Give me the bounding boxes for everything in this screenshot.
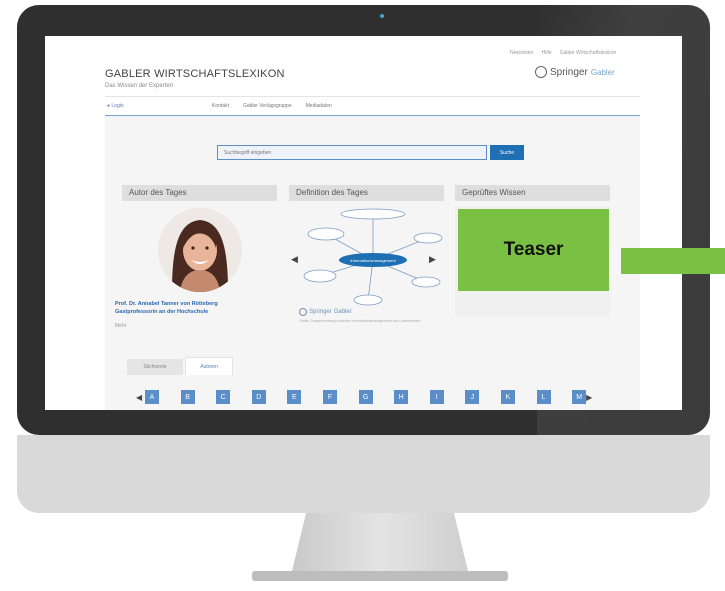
logo-brand: Springer xyxy=(550,66,588,78)
search-button[interactable]: Suche xyxy=(490,145,524,160)
letter-button[interactable]: B xyxy=(180,390,195,404)
letter-button[interactable]: E xyxy=(287,390,302,404)
alphabet-next-arrow[interactable]: ▶ xyxy=(586,393,594,402)
definition-springer-logo: Springer Gabler xyxy=(299,308,352,316)
section-knowledge-heading: Geprüftes Wissen xyxy=(455,185,610,201)
letter-button[interactable]: G xyxy=(358,390,373,404)
letter-button[interactable]: M xyxy=(572,390,587,404)
letter-button[interactable]: C xyxy=(216,390,231,404)
letter-button[interactable]: A xyxy=(145,390,159,404)
definition-diagram[interactable]: Informationsmanagement xyxy=(298,204,448,312)
springer-gabler-logo[interactable]: Springer Gabler xyxy=(535,66,615,78)
logo-sub: Gabler xyxy=(590,67,615,77)
login-link[interactable]: ● Login xyxy=(107,103,207,109)
author-photo[interactable] xyxy=(158,208,242,292)
author-portrait-image xyxy=(158,208,242,292)
alphabet-letters: A B C D E F G H I J K L M xyxy=(145,390,587,404)
letter-button[interactable]: J xyxy=(465,390,480,404)
site-title[interactable]: GABLER WIRTSCHAFTSLEXIKON xyxy=(105,68,285,80)
monitor-stand xyxy=(292,513,468,571)
springer-mini-icon xyxy=(299,308,307,316)
teaser-pointer-bar xyxy=(621,248,725,274)
top-link-newsletter[interactable]: Newsletter xyxy=(510,50,534,56)
letter-button[interactable]: H xyxy=(394,390,409,404)
definition-prev-arrow[interactable]: ◀ xyxy=(291,254,298,265)
letter-button[interactable]: D xyxy=(251,390,266,404)
alphabet-navigation: ◀ A B C D E F G H I J K L M ▶ xyxy=(136,389,656,405)
alphabet-prev-arrow[interactable]: ◀ xyxy=(136,393,144,402)
author-role: Gastprofessorin an der Hochschule xyxy=(115,309,209,316)
author-name-link[interactable]: Prof. Dr. Annabel Tanner von Rötteberg G… xyxy=(115,300,275,317)
camera-dot xyxy=(380,14,384,18)
login-label: Login xyxy=(111,103,124,109)
search-input[interactable] xyxy=(217,145,487,160)
letter-button[interactable]: F xyxy=(322,390,337,404)
top-link-help[interactable]: Hilfe xyxy=(542,50,552,56)
definition-springer-label: Springer xyxy=(309,309,332,315)
nav-item-publisher[interactable]: Gabler Verlagsgruppe xyxy=(243,103,292,109)
monitor-chin xyxy=(17,435,710,513)
tab-authors[interactable]: Autoren xyxy=(185,357,233,375)
top-link-lexicon[interactable]: Gabler Wirtschaftslexikon xyxy=(560,50,617,56)
springer-horse-icon xyxy=(535,66,547,78)
author-name: Prof. Dr. Annabel Tanner von Rötteberg xyxy=(115,301,218,307)
letter-button[interactable]: K xyxy=(500,390,515,404)
diagram-center-node: Informationsmanagement xyxy=(350,258,396,263)
teaser-label: Teaser xyxy=(503,239,564,260)
definition-caption: Grafik: Zusammenhang zwischen Informatio… xyxy=(299,319,421,323)
monitor-stand-base xyxy=(252,571,508,581)
nav-item-mediadata[interactable]: Mediadaten xyxy=(306,103,332,109)
tab-keywords[interactable]: Stichworte xyxy=(127,359,183,375)
definition-springer-sub: Gabler xyxy=(333,309,352,315)
section-definition-heading: Definition des Tages xyxy=(289,185,444,201)
site-subtitle: Das Wissen der Experten xyxy=(105,83,174,89)
nav-items: Kontakt Gabler Verlagsgruppe Mediadaten xyxy=(212,103,332,109)
nav-item-contact[interactable]: Kontakt xyxy=(212,103,229,109)
user-icon: ● xyxy=(107,103,111,109)
letter-button[interactable]: L xyxy=(536,390,551,404)
author-more-link[interactable]: Mehr xyxy=(115,323,126,329)
section-author-heading: Autor des Tages xyxy=(122,185,277,201)
nav-bar: ● Login Kontakt Gabler Verlagsgruppe Med… xyxy=(105,96,640,116)
top-links: Newsletter Hilfe Gabler Wirtschaftslexik… xyxy=(510,50,616,56)
teaser-callout: Teaser xyxy=(458,209,609,291)
letter-button[interactable]: I xyxy=(429,390,444,404)
